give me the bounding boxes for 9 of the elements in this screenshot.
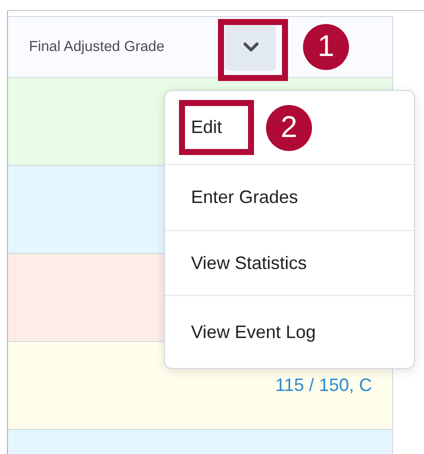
- menu-item[interactable]: Enter Grades: [191, 187, 298, 208]
- menu-item[interactable]: View Event Log: [191, 322, 316, 342]
- grade-link[interactable]: 115 / 150, C: [275, 375, 372, 396]
- menu-item[interactable]: View Statistics: [191, 252, 307, 274]
- column-header: Final Adjusted Grade: [29, 39, 166, 55]
- chevron-down-icon: [242, 42, 258, 52]
- highlight-frame: [218, 19, 288, 81]
- dropdown-button[interactable]: [225, 24, 276, 70]
- menu-item[interactable]: Edit: [191, 117, 222, 138]
